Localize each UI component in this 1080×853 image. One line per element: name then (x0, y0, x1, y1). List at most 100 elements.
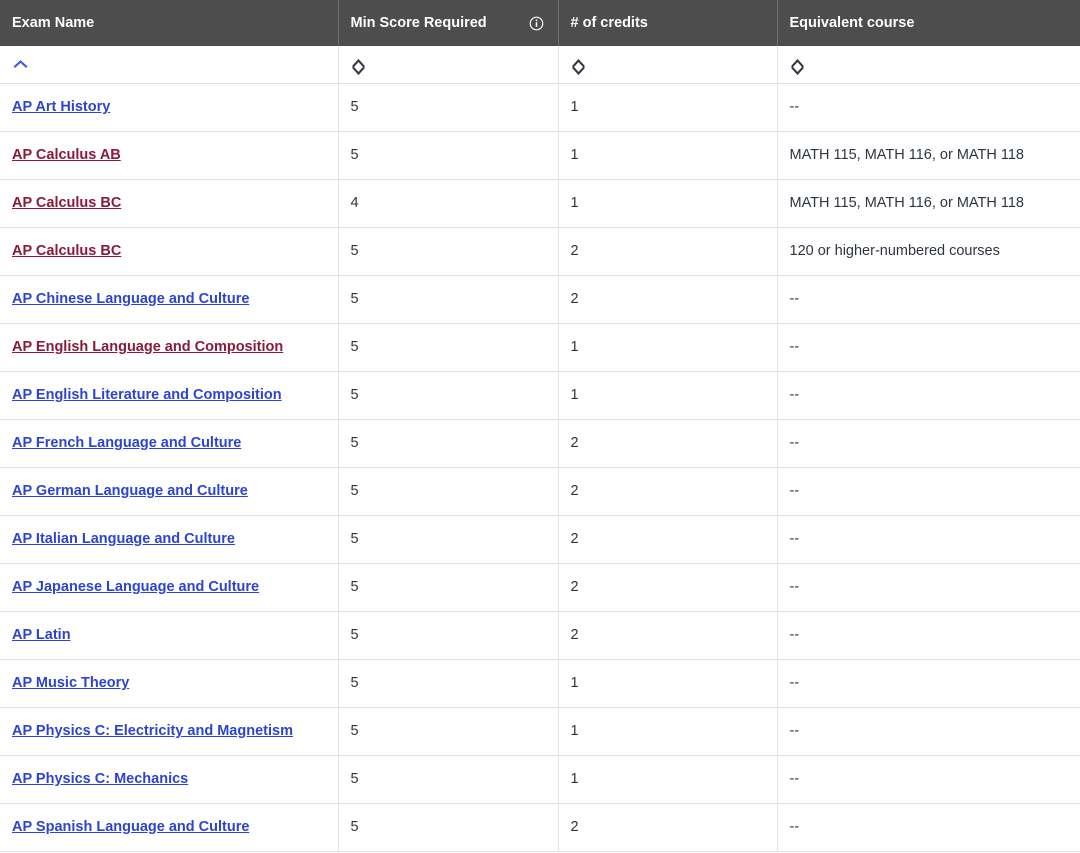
cell-equivalent-course: MATH 115, MATH 116, or MATH 118 (777, 179, 1080, 227)
cell-credits: 1 (558, 659, 777, 707)
cell-credits: 2 (558, 227, 777, 275)
exam-name-link[interactable]: AP Physics C: Mechanics (12, 771, 188, 787)
sort-controls-row (0, 46, 1080, 83)
table-row: AP Music Theory51-- (0, 659, 1080, 707)
cell-min-score: 5 (338, 659, 558, 707)
exam-name-link[interactable]: AP Chinese Language and Culture (12, 291, 249, 307)
exam-name-link[interactable]: AP English Literature and Composition (12, 387, 282, 403)
table-row: AP Spanish Language and Culture52-- (0, 803, 1080, 851)
cell-exam-name: AP Calculus BC (0, 179, 338, 227)
cell-exam-name: AP Art History (0, 83, 338, 131)
cell-min-score: 5 (338, 611, 558, 659)
table-row: AP Japanese Language and Culture 52-- (0, 563, 1080, 611)
cell-exam-name: AP Latin (0, 611, 338, 659)
cell-exam-name: AP Calculus AB (0, 131, 338, 179)
cell-credits: 1 (558, 179, 777, 227)
table-header: Exam Name Min Score Required (0, 0, 1080, 83)
cell-equivalent-course: -- (777, 467, 1080, 515)
cell-exam-name: AP Physics C: Electricity and Magnetism (0, 707, 338, 755)
cell-min-score: 5 (338, 515, 558, 563)
cell-min-score: 5 (338, 83, 558, 131)
column-header-credits[interactable]: # of credits (558, 0, 777, 46)
cell-exam-name: AP French Language and Culture (0, 419, 338, 467)
table-row: AP Latin52-- (0, 611, 1080, 659)
exam-name-link[interactable]: AP German Language and Culture (12, 483, 248, 499)
table-row: AP English Language and Composition51-- (0, 323, 1080, 371)
table-body: AP Art History51--AP Calculus AB51MATH 1… (0, 83, 1080, 851)
exam-name-link[interactable]: AP Spanish Language and Culture (12, 819, 249, 835)
exam-name-link[interactable]: AP Music Theory (12, 675, 129, 691)
ap-credit-table: Exam Name Min Score Required (0, 0, 1080, 852)
column-header-row: Exam Name Min Score Required (0, 0, 1080, 46)
table-row: AP Art History 51-- (0, 83, 1080, 131)
cell-min-score: 5 (338, 371, 558, 419)
cell-min-score: 5 (338, 707, 558, 755)
cell-equivalent-course: -- (777, 83, 1080, 131)
cell-min-score: 5 (338, 563, 558, 611)
table-row: AP English Literature and Composition 51-… (0, 371, 1080, 419)
cell-exam-name: AP Italian Language and Culture (0, 515, 338, 563)
table-row: AP German Language and Culture 52-- (0, 467, 1080, 515)
cell-min-score: 5 (338, 755, 558, 803)
column-header-label: # of credits (571, 15, 648, 31)
sort-toggle-exam-name[interactable] (12, 60, 28, 68)
table-row: AP Calculus AB51MATH 115, MATH 116, or M… (0, 131, 1080, 179)
column-header-equivalent-course[interactable]: Equivalent course (777, 0, 1080, 46)
info-circle-icon[interactable] (529, 16, 544, 31)
exam-name-link[interactable]: AP Physics C: Electricity and Magnetism (12, 723, 293, 739)
cell-exam-name: AP Chinese Language and Culture (0, 275, 338, 323)
cell-credits: 1 (558, 83, 777, 131)
cell-equivalent-course: -- (777, 755, 1080, 803)
exam-name-link[interactable]: AP Italian Language and Culture (12, 531, 235, 547)
exam-name-link[interactable]: AP Art History (12, 99, 110, 115)
cell-exam-name: AP Calculus BC (0, 227, 338, 275)
sort-cell-min-score (338, 46, 558, 83)
cell-credits: 1 (558, 131, 777, 179)
exam-name-link[interactable]: AP Japanese Language and Culture (12, 579, 259, 595)
table-row: AP Physics C: Electricity and Magnetism 5… (0, 707, 1080, 755)
table-row: AP Chinese Language and Culture52-- (0, 275, 1080, 323)
cell-equivalent-course: -- (777, 563, 1080, 611)
cell-credits: 2 (558, 803, 777, 851)
cell-equivalent-course: -- (777, 515, 1080, 563)
cell-equivalent-course: -- (777, 419, 1080, 467)
table-row: AP Italian Language and Culture52-- (0, 515, 1080, 563)
column-header-min-score[interactable]: Min Score Required (338, 0, 558, 46)
cell-exam-name: AP Music Theory (0, 659, 338, 707)
cell-credits: 2 (558, 419, 777, 467)
cell-credits: 1 (558, 755, 777, 803)
cell-equivalent-course: -- (777, 371, 1080, 419)
ap-credit-table-container: Exam Name Min Score Required (0, 0, 1080, 853)
exam-name-link[interactable]: AP Calculus BC (12, 243, 121, 259)
column-header-label: Exam Name (12, 15, 94, 31)
column-header-exam-name[interactable]: Exam Name (0, 0, 338, 46)
cell-credits: 2 (558, 467, 777, 515)
cell-equivalent-course: -- (777, 611, 1080, 659)
cell-equivalent-course: -- (777, 275, 1080, 323)
cell-equivalent-course: -- (777, 707, 1080, 755)
cell-exam-name: AP Japanese Language and Culture (0, 563, 338, 611)
cell-min-score: 5 (338, 803, 558, 851)
cell-exam-name: AP English Literature and Composition (0, 371, 338, 419)
table-row: AP Calculus BC52120 or higher-numbered c… (0, 227, 1080, 275)
sort-cell-exam-name (0, 46, 338, 83)
cell-credits: 2 (558, 563, 777, 611)
exam-name-link[interactable]: AP French Language and Culture (12, 435, 241, 451)
cell-credits: 1 (558, 371, 777, 419)
exam-name-link[interactable]: AP Calculus AB (12, 147, 121, 163)
cell-min-score: 5 (338, 131, 558, 179)
cell-exam-name: AP Physics C: Mechanics (0, 755, 338, 803)
cell-min-score: 5 (338, 323, 558, 371)
exam-name-link[interactable]: AP English Language and Composition (12, 339, 283, 355)
column-header-label: Equivalent course (790, 15, 915, 31)
cell-min-score: 5 (338, 467, 558, 515)
exam-name-link[interactable]: AP Latin (12, 627, 71, 643)
sort-toggle-credits[interactable] (571, 59, 587, 75)
cell-credits: 2 (558, 275, 777, 323)
exam-name-link[interactable]: AP Calculus BC (12, 195, 121, 211)
sort-toggle-equivalent-course[interactable] (790, 59, 806, 75)
cell-credits: 1 (558, 323, 777, 371)
sort-toggle-min-score[interactable] (351, 59, 367, 75)
cell-exam-name: AP Spanish Language and Culture (0, 803, 338, 851)
cell-credits: 1 (558, 707, 777, 755)
